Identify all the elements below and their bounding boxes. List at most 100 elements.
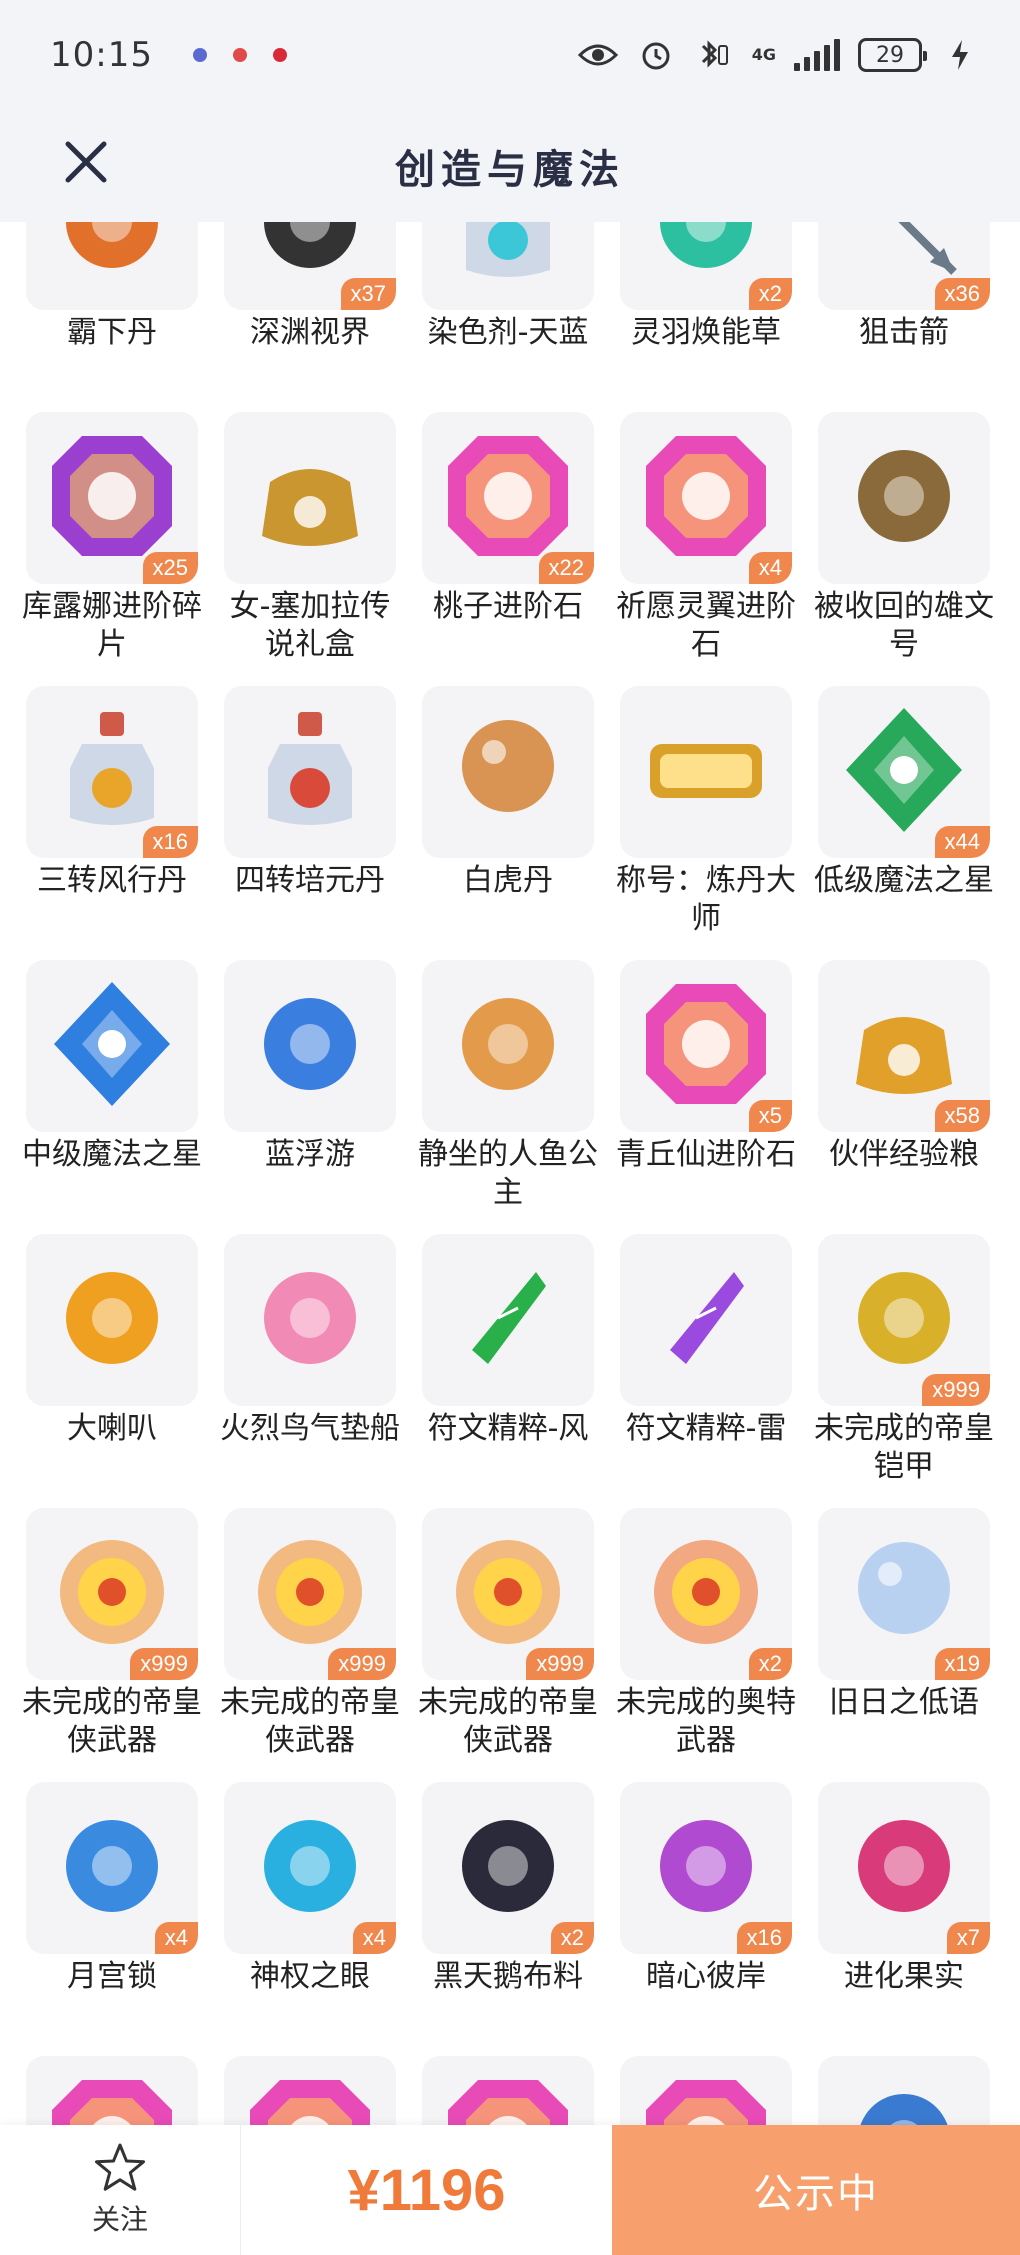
- item-card[interactable]: x999 未完成的帝皇侠武器: [418, 1508, 598, 1782]
- item-name: 黑天鹅布料: [433, 1959, 583, 1994]
- item-count-badge: x2: [748, 278, 792, 310]
- item-name: 伙伴经验粮: [829, 1137, 979, 1172]
- eye-comfort-icon: [577, 37, 618, 73]
- item-count-badge: x25: [142, 552, 198, 584]
- item-count-badge: x16: [736, 1922, 792, 1954]
- item-grid-viewport[interactable]: 霸下丹 x37 深渊视界 染色剂-天蓝 x2 灵羽焕能草 x36 狙击箭 x25 库露娜进阶碎片女…: [0, 222, 1020, 2125]
- eye-icon: [240, 1796, 380, 1940]
- potion-bottle-icon: [240, 700, 380, 844]
- blue-berry-icon: [834, 2070, 974, 2125]
- item-name: 桃子进阶石: [433, 589, 583, 624]
- item-thumbnail: x16: [26, 686, 198, 858]
- item-name: 未完成的奥特武器: [616, 1685, 796, 1758]
- item-name: 称号：炼丹大师: [616, 863, 796, 936]
- item-thumbnail: [224, 2056, 396, 2125]
- item-card[interactable]: x44 低级魔法之星: [814, 686, 994, 960]
- item-thumbnail: [422, 222, 594, 310]
- item-card[interactable]: 被收回的雄文号: [814, 412, 994, 686]
- item-thumbnail: [224, 686, 396, 858]
- item-thumbnail: x2: [422, 1782, 594, 1954]
- item-card[interactable]: 四转培元丹: [224, 686, 396, 960]
- item-name: 进化果实: [844, 1959, 964, 1994]
- item-count-badge: x36: [934, 278, 990, 310]
- potion-bottle-icon: [42, 700, 182, 844]
- item-card[interactable]: x7 进化果实: [818, 1782, 990, 2056]
- item-card[interactable]: x16 三转风行丹: [26, 686, 198, 960]
- item-thumbnail: x999: [818, 1234, 990, 1406]
- item-card[interactable]: x4 祈愿灵翼进阶石: [616, 412, 796, 686]
- item-card[interactable]: x2 黑天鹅布料: [422, 1782, 594, 2056]
- item-thumbnail: x4: [224, 1782, 396, 1954]
- item-card[interactable]: x4 神权之眼: [224, 1782, 396, 2056]
- item-card[interactable]: x999 未完成的帝皇侠武器: [22, 1508, 202, 1782]
- item-card[interactable]: 霸下丹: [26, 222, 198, 412]
- item-card[interactable]: x4 月宫锁: [26, 1782, 198, 2056]
- item-name: 女-塞加拉传说礼盒: [229, 589, 391, 662]
- item-card[interactable]: [26, 2056, 198, 2125]
- item-card[interactable]: x999 未完成的帝皇铠甲: [814, 1234, 994, 1508]
- item-card[interactable]: 女-塞加拉传说礼盒: [224, 412, 396, 686]
- item-card[interactable]: [224, 2056, 396, 2125]
- item-card[interactable]: 符文精粹-雷: [620, 1234, 792, 1508]
- item-thumbnail: [422, 2056, 594, 2125]
- item-card[interactable]: [620, 2056, 792, 2125]
- item-name: 低级魔法之星: [814, 863, 994, 898]
- wing-gem-icon: [636, 426, 776, 570]
- item-card[interactable]: 大喇叭: [26, 1234, 198, 1508]
- item-thumbnail: [26, 960, 198, 1132]
- item-name: 未完成的帝皇侠武器: [22, 1685, 202, 1758]
- item-name: 火烈鸟气垫船: [220, 1411, 400, 1446]
- item-name: 未完成的帝皇侠武器: [220, 1685, 400, 1758]
- price-area: ¥1196: [240, 2125, 612, 2255]
- close-icon: [65, 141, 107, 183]
- item-card[interactable]: x37 深渊视界: [224, 222, 396, 412]
- item-card[interactable]: 静坐的人鱼公主: [418, 960, 598, 1234]
- item-count-badge: x2: [550, 1922, 594, 1954]
- item-card[interactable]: [422, 2056, 594, 2125]
- item-card[interactable]: x25 库露娜进阶碎片: [22, 412, 202, 686]
- item-card[interactable]: 符文精粹-风: [422, 1234, 594, 1508]
- pink-gem-icon: [438, 2070, 578, 2125]
- pink-gem-icon: [636, 2070, 776, 2125]
- item-card[interactable]: 中级魔法之星: [22, 960, 202, 1234]
- item-card[interactable]: 蓝浮游: [224, 960, 396, 1234]
- title-bar: 创造与魔法: [0, 110, 1020, 222]
- blue-crystal-icon: [42, 974, 182, 1118]
- item-thumbnail: [818, 2056, 990, 2125]
- publicity-status-button[interactable]: 公示中: [612, 2125, 1020, 2255]
- item-card[interactable]: x19 旧日之低语: [818, 1508, 990, 1782]
- item-card[interactable]: 火烈鸟气垫船: [220, 1234, 400, 1508]
- item-card[interactable]: x58 伙伴经验粮: [818, 960, 990, 1234]
- megaphone-icon: [42, 1248, 182, 1392]
- dan-icon: [42, 222, 182, 296]
- battery-icon: 29: [858, 38, 927, 72]
- item-count-badge: x37: [340, 278, 396, 310]
- price: ¥1196: [347, 2157, 506, 2223]
- item-card[interactable]: x16 暗心彼岸: [620, 1782, 792, 2056]
- item-name: 符文精粹-雷: [625, 1411, 787, 1446]
- follow-button[interactable]: 关注: [0, 2125, 240, 2255]
- close-button[interactable]: [58, 134, 114, 190]
- item-card[interactable]: 称号：炼丹大师: [616, 686, 796, 960]
- item-card[interactable]: x5 青丘仙进阶石: [616, 960, 796, 1234]
- item-count-badge: x999: [328, 1648, 396, 1680]
- item-card[interactable]: [818, 2056, 990, 2125]
- item-thumbnail: x19: [818, 1508, 990, 1680]
- item-thumbnail: x25: [26, 412, 198, 584]
- item-thumbnail: [422, 960, 594, 1132]
- item-card[interactable]: x22 桃子进阶石: [422, 412, 594, 686]
- item-card[interactable]: x999 未完成的帝皇侠武器: [220, 1508, 400, 1782]
- flower-icon: [636, 1796, 776, 1940]
- item-thumbnail: x4: [26, 1782, 198, 1954]
- app-notification-icon: [192, 48, 207, 62]
- item-card[interactable]: 染色剂-天蓝: [422, 222, 594, 412]
- item-name: 中级魔法之星: [22, 1137, 202, 1172]
- item-card[interactable]: x36 狙击箭: [818, 222, 990, 412]
- moon-lock-icon: [42, 1796, 182, 1940]
- app-notification-icon: [232, 48, 247, 62]
- item-card[interactable]: x2 未完成的奥特武器: [616, 1508, 796, 1782]
- item-card[interactable]: x2 灵羽焕能草: [620, 222, 792, 412]
- item-card[interactable]: 白虎丹: [422, 686, 594, 960]
- item-count-badge: x999: [526, 1648, 594, 1680]
- item-thumbnail: [224, 412, 396, 584]
